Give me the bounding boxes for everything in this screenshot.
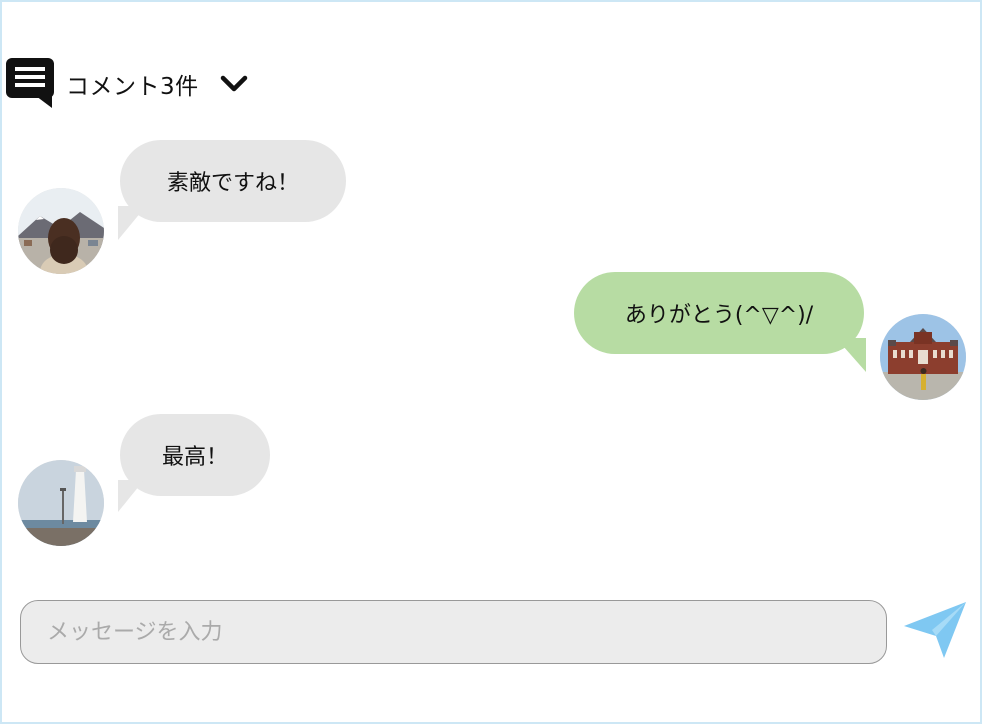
avatar-lighthouse bbox=[18, 460, 104, 546]
send-button[interactable] bbox=[902, 600, 968, 660]
bubble-tail bbox=[118, 480, 144, 512]
message-text: 最高！ bbox=[161, 445, 228, 470]
avatar bbox=[18, 188, 104, 274]
avatar bbox=[18, 460, 104, 546]
avatar bbox=[880, 314, 966, 400]
avatar-woman-mountain bbox=[18, 188, 104, 274]
comments-panel: コメント3件 素敵ですね！ ありがとう(^▽^)/ 最高！ メッセージを入力 bbox=[0, 0, 982, 724]
comments-header[interactable]: コメント3件 bbox=[6, 58, 249, 110]
message-input-container bbox=[20, 600, 887, 664]
message-bubble: ありがとう(^▽^)/ bbox=[574, 272, 864, 354]
comment-count: コメント3件 bbox=[66, 74, 199, 100]
message-text: 素敵ですね！ bbox=[166, 171, 299, 196]
chevron-down-icon[interactable] bbox=[219, 69, 249, 99]
send-icon bbox=[904, 602, 966, 658]
message-bubble: 素敵ですね！ bbox=[120, 140, 346, 222]
avatar-station-building bbox=[880, 314, 966, 400]
message-input[interactable] bbox=[21, 618, 886, 646]
bubble-tail bbox=[836, 338, 866, 372]
comment-list-icon bbox=[6, 58, 54, 110]
message-text: ありがとう(^▽^)/ bbox=[624, 303, 814, 328]
bubble-tail bbox=[118, 206, 146, 240]
